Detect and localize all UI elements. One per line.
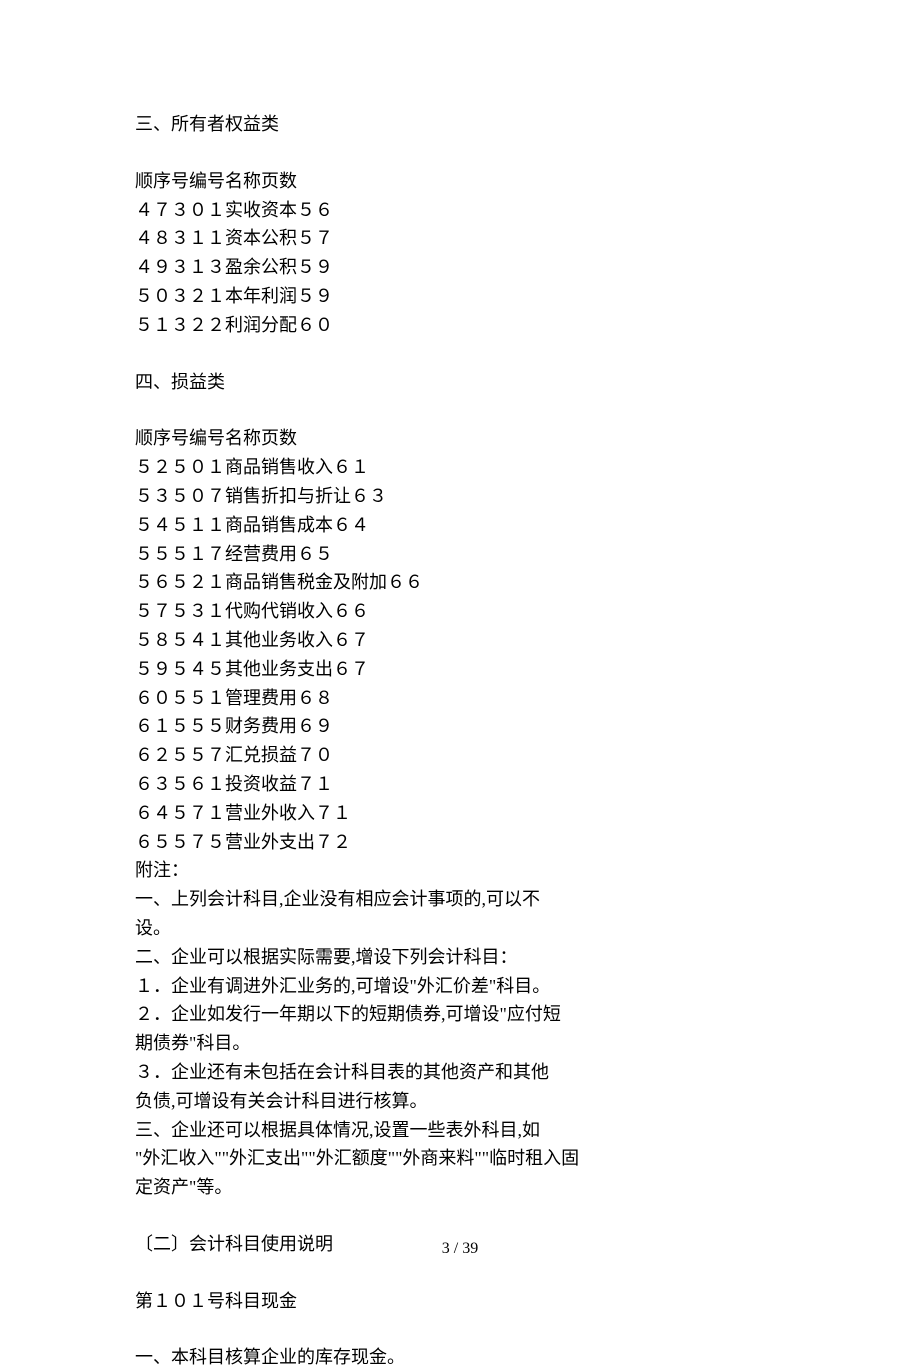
appendix-line: ３．企业还有未包括在会计科目表的其他资产和其他 <box>135 1058 785 1087</box>
table-header: 顺序号编号名称页数 <box>135 167 785 196</box>
table-row: ４９３１３盈余公积５９ <box>135 253 785 282</box>
table-row: ５９５４５其他业务支出６７ <box>135 655 785 684</box>
appendix-line: ２．企业如发行一年期以下的短期债券,可增设"应付短 <box>135 1000 785 1029</box>
table-header: 顺序号编号名称页数 <box>135 424 785 453</box>
appendix-line: １．企业有调进外汇业务的,可增设"外汇价差"科目。 <box>135 972 785 1001</box>
table-row: ５７５３１代购代销收入６６ <box>135 597 785 626</box>
table-row: ５４５１１商品销售成本６４ <box>135 511 785 540</box>
section-heading-profit-loss: 四、损益类 <box>135 368 785 397</box>
appendix-line: 二、企业可以根据实际需要,增设下列会计科目： <box>135 943 785 972</box>
table-row: ６１５５５财务费用６９ <box>135 712 785 741</box>
table-row: ６２５５７汇兑损益７０ <box>135 741 785 770</box>
appendix-line: 定资产"等。 <box>135 1173 785 1202</box>
table-row: ４８３１１资本公积５７ <box>135 224 785 253</box>
appendix-label: 附注： <box>135 856 785 885</box>
table-row: ６３５６１投资收益７１ <box>135 770 785 799</box>
body-line: 一、本科目核算企业的库存现金。 <box>135 1343 785 1372</box>
appendix-line: 设。 <box>135 914 785 943</box>
table-row: ５３５０７销售折扣与折让６３ <box>135 482 785 511</box>
table-row: ６０５５１管理费用６８ <box>135 684 785 713</box>
appendix-line: 期债券"科目。 <box>135 1029 785 1058</box>
page-footer: 3 / 39 <box>0 1236 920 1262</box>
appendix-line: "外汇收入""外汇支出""外汇额度""外商来料""临时租入固 <box>135 1144 785 1173</box>
appendix-line: 一、上列会计科目,企业没有相应会计事项的,可以不 <box>135 885 785 914</box>
subject-heading: 第１０１号科目现金 <box>135 1287 785 1316</box>
table-row: ５８５４１其他业务收入６７ <box>135 626 785 655</box>
table-row: ５０３２１本年利润５９ <box>135 282 785 311</box>
section-heading-equity: 三、所有者权益类 <box>135 110 785 139</box>
table-row: ５２５０１商品销售收入６１ <box>135 453 785 482</box>
document-body: 三、所有者权益类 顺序号编号名称页数 ４７３０１实收资本５６ ４８３１１资本公积… <box>135 110 785 1372</box>
appendix-line: 负债,可增设有关会计科目进行核算。 <box>135 1087 785 1116</box>
table-row: ５６５２１商品销售税金及附加６６ <box>135 568 785 597</box>
appendix-line: 三、企业还可以根据具体情况,设置一些表外科目,如 <box>135 1116 785 1145</box>
table-row: ６４５７１营业外收入７１ <box>135 799 785 828</box>
table-row: ６５５７５营业外支出７２ <box>135 828 785 857</box>
table-row: ５５５１７经营费用６５ <box>135 540 785 569</box>
table-row: ４７３０１实收资本５６ <box>135 196 785 225</box>
table-row: ５１３２２利润分配６０ <box>135 311 785 340</box>
